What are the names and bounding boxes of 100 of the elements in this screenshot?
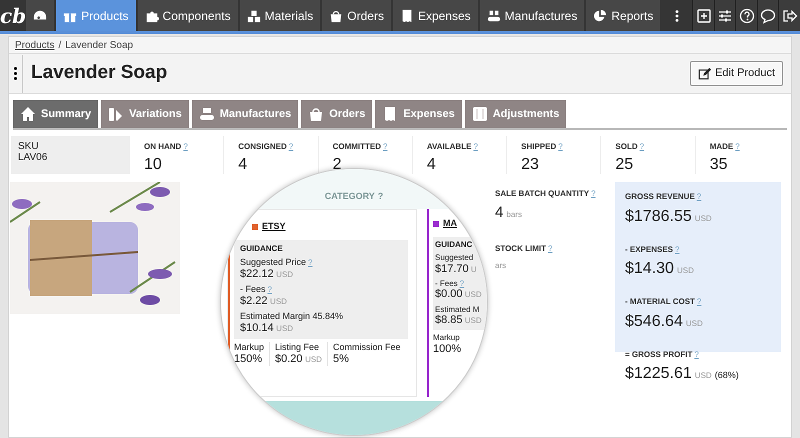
color-swatch (433, 220, 439, 227)
logo[interactable]: cb (0, 0, 26, 31)
price-value: $0.00 (435, 288, 463, 300)
fees-label: - Fees (240, 284, 266, 294)
price-value: $8.85 (435, 314, 463, 326)
detail-label: Markup (234, 342, 264, 353)
breadcrumb-current: Lavender Soap (65, 38, 134, 52)
help-link[interactable]: ? (696, 297, 702, 306)
stat-value: 23 (521, 156, 539, 172)
suggested-label: Suggested (435, 253, 474, 262)
help-link[interactable]: ? (735, 142, 740, 151)
help-link[interactable]: ? (675, 244, 680, 254)
edit-product-button[interactable]: Edit Product (690, 61, 783, 86)
nav-tab[interactable]: Expenses (392, 0, 478, 31)
tab[interactable]: Adjustments (464, 100, 566, 128)
sku-value: LAV06 (18, 152, 48, 163)
currency-label: USD (694, 371, 712, 380)
guidance-title: GUIDANC (435, 240, 474, 250)
breadcrumb-separator: / (58, 38, 62, 52)
help-link[interactable]: ? (696, 192, 702, 201)
help-link[interactable]: ? (548, 244, 552, 253)
stat-value: 2 (332, 156, 342, 172)
help-link[interactable]: ? (183, 142, 188, 151)
fees-label: - Fees (435, 278, 458, 288)
help-link[interactable]: ? (288, 142, 294, 151)
stat-label: SOLD (615, 142, 638, 151)
edit-icon (698, 66, 712, 80)
help-icon[interactable] (738, 8, 755, 24)
currency-label: USD (276, 324, 294, 333)
financial-value: $1225.61 (625, 365, 692, 382)
chat-icon[interactable] (760, 8, 776, 24)
help-link[interactable]: ? (558, 142, 563, 151)
price-value: $0.20 (275, 352, 303, 365)
help-link[interactable]: ? (383, 142, 388, 151)
nav-tab[interactable]: Reports (586, 0, 660, 31)
nav-tab[interactable]: Components (138, 0, 238, 31)
detail-label: Listing Fee (275, 342, 320, 353)
stock-label: STOCK LIMIT (495, 244, 546, 253)
category-label: CATEGORY (324, 190, 375, 202)
currency-label: USD (464, 290, 482, 300)
help-link[interactable]: ? (591, 189, 596, 198)
help-link[interactable]: ? (308, 258, 312, 268)
financial-label: = GROSS PROFIT (625, 350, 692, 358)
currency-label: USD (276, 270, 294, 279)
stat-label: MADE (710, 142, 734, 151)
price-value: 5% (332, 352, 349, 365)
sku-label: SKU (18, 141, 40, 152)
tab[interactable]: Orders (301, 100, 372, 128)
stat-label: COMMITTED (332, 142, 381, 151)
help-link[interactable]: ? (473, 142, 478, 151)
suggested-label: Suggested Price (240, 257, 306, 268)
price-value: $17.70 (435, 262, 469, 275)
adjust-icon (472, 106, 488, 122)
unit-label: bars (506, 210, 522, 218)
guidance-title: GUIDANCE (240, 244, 284, 254)
nav-tab[interactable]: Products (56, 0, 136, 31)
channel-link[interactable]: ETSY (262, 220, 286, 234)
tab[interactable]: Expenses (375, 100, 462, 128)
gauge-icon (33, 8, 48, 22)
help-link[interactable]: ? (378, 190, 384, 203)
stat-label: SHIPPED (521, 142, 556, 151)
breadcrumb-link[interactable]: Products (15, 38, 54, 52)
bag-icon (308, 106, 324, 122)
batch-label: SALE BATCH QUANTITY (495, 189, 590, 198)
currency-label: USD (305, 354, 322, 364)
settings-icon[interactable] (717, 8, 734, 24)
tab[interactable]: Manufactures (192, 100, 298, 128)
tab[interactable]: Variations (101, 100, 189, 128)
financial-label: GROSS REVENUE (625, 192, 695, 201)
stat-value: 4 (426, 156, 436, 172)
add-icon[interactable] (696, 8, 712, 24)
financial-value: $546.64 (625, 312, 683, 330)
help-link[interactable]: ? (694, 350, 699, 358)
nav-tab[interactable]: Materials (240, 0, 320, 31)
currency-label: USD (677, 266, 694, 275)
detail-label: Commission Fee (332, 342, 400, 353)
dashboard-tab[interactable] (26, 0, 54, 31)
bag-icon (329, 8, 344, 22)
batch-value: 4 (495, 204, 504, 220)
stat-value: 25 (615, 156, 634, 172)
help-link[interactable]: ? (640, 142, 644, 151)
stat-label: CONSIGNED (238, 142, 287, 151)
help-link[interactable]: ? (268, 285, 272, 294)
price-value: $10.14 (240, 322, 274, 334)
page-title: Lavender Soap (31, 62, 168, 85)
percent-label: (68%) (714, 370, 739, 380)
channel-link[interactable]: MA (443, 217, 457, 230)
price-value: 100% (433, 343, 462, 356)
tab[interactable]: Summary (13, 100, 98, 128)
help-link[interactable]: ? (460, 278, 464, 288)
home-icon (20, 106, 36, 122)
receipt-icon (400, 8, 414, 22)
price-value: $2.22 (240, 294, 268, 307)
sign-out-icon[interactable] (782, 8, 798, 24)
stat-value: 4 (238, 156, 248, 172)
detail-label: Markup (433, 333, 461, 344)
nav-tab[interactable]: Manufactures (480, 0, 584, 31)
currency-label: USD (686, 318, 703, 328)
nav-tab[interactable]: Orders (322, 0, 391, 31)
currency-label: USD (464, 316, 482, 326)
